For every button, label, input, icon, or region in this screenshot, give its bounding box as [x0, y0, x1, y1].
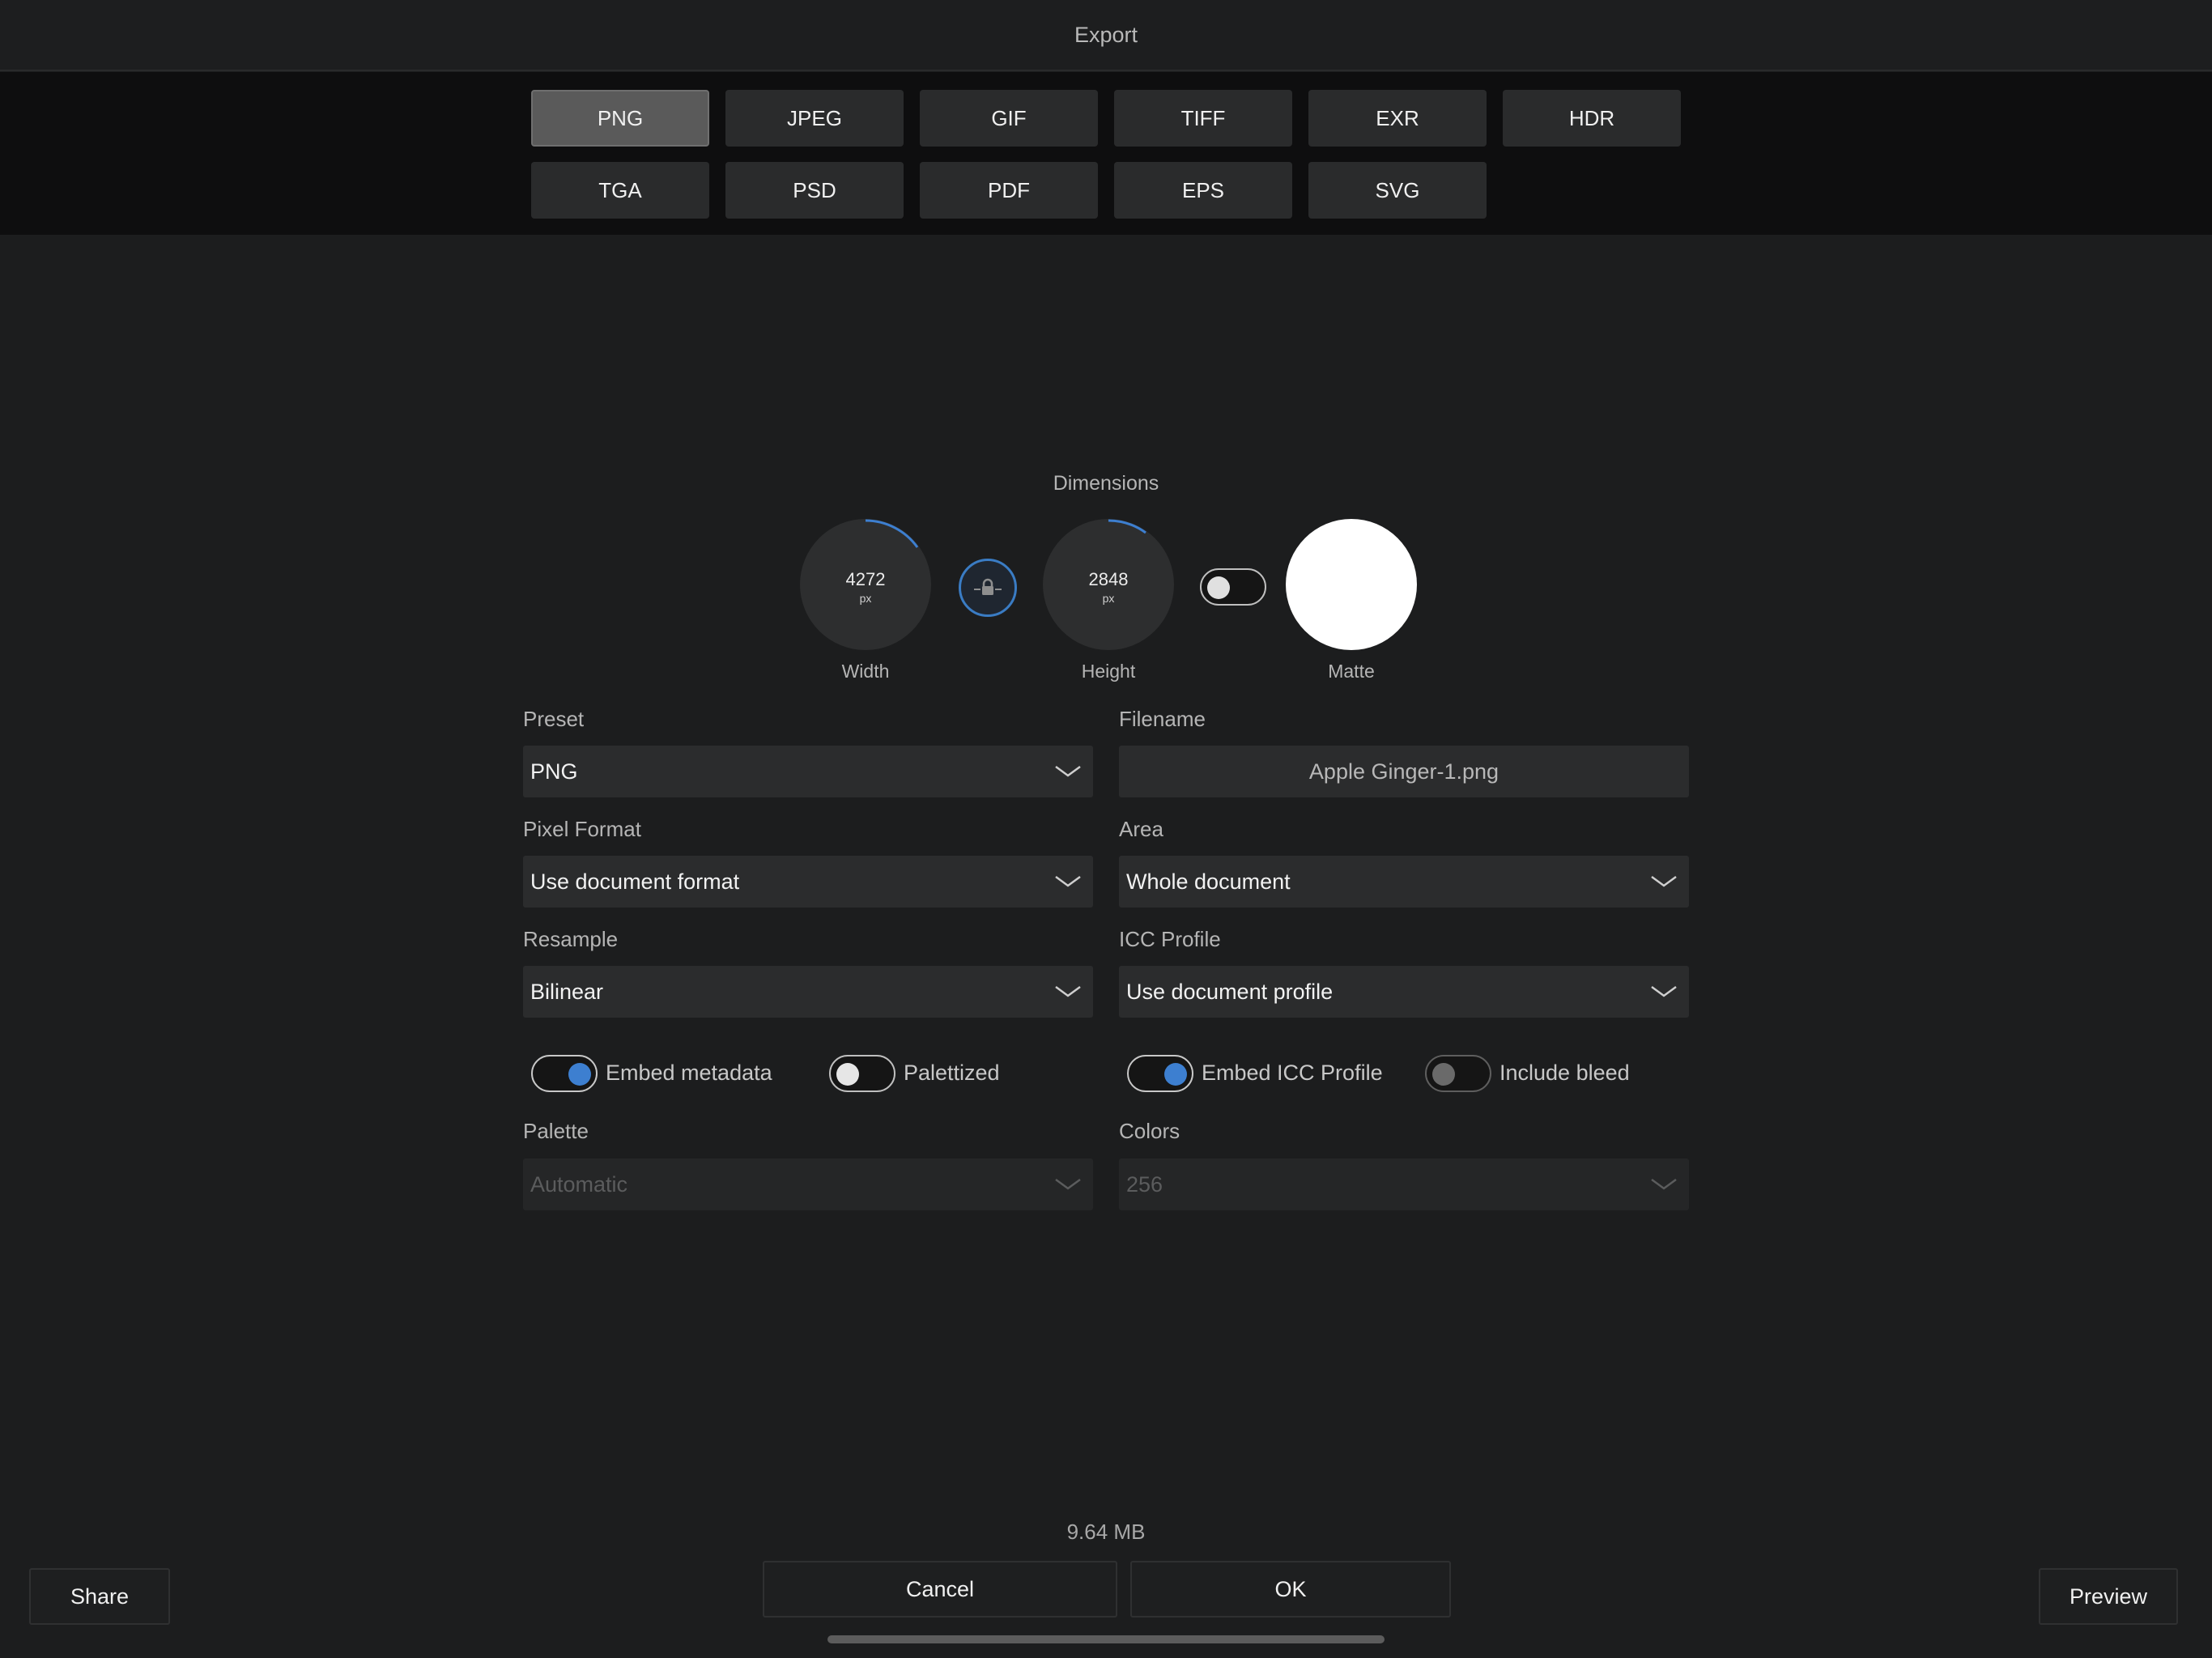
format-button-eps[interactable]: EPS [1114, 162, 1292, 219]
chevron-down-icon [1651, 1178, 1677, 1190]
height-value: 2848 [1088, 569, 1129, 589]
palettized-toggle[interactable] [829, 1055, 895, 1092]
preset-value: PNG [530, 759, 578, 784]
chevron-down-icon [1055, 875, 1081, 887]
embed-icc-profile-toggle[interactable] [1127, 1055, 1193, 1092]
width-value: 4272 [845, 569, 886, 589]
format-button-png[interactable]: PNG [531, 90, 709, 147]
format-button-jpeg[interactable]: JPEG [725, 90, 904, 147]
format-button-psd[interactable]: PSD [725, 162, 904, 219]
ok-button[interactable]: OK [1130, 1561, 1451, 1618]
colors-select[interactable]: 256 [1119, 1158, 1689, 1210]
share-button[interactable]: Share [29, 1568, 170, 1625]
embed-metadata-toggle[interactable] [531, 1055, 598, 1092]
format-button-tiff[interactable]: TIFF [1114, 90, 1292, 147]
title-bar: Export [0, 0, 2212, 71]
width-label: Width [841, 661, 890, 682]
area-value: Whole document [1126, 869, 1291, 894]
matte-toggle-knob [1207, 576, 1230, 599]
resample-label: Resample [523, 927, 619, 951]
matte-toggle[interactable] [1200, 568, 1266, 606]
pixel-format-value: Use document format [530, 869, 740, 894]
format-button-pdf[interactable]: PDF [920, 162, 1098, 219]
dimensions-title: Dimensions [1053, 472, 1159, 495]
home-indicator[interactable] [827, 1635, 1385, 1643]
embed-icc-profile-label: Embed ICC Profile [1202, 1061, 1383, 1085]
chevron-down-icon [1055, 985, 1081, 997]
area-label: Area [1119, 817, 1163, 841]
embed-icc-profile-knob [1164, 1063, 1187, 1086]
pixel-format-label: Pixel Format [523, 817, 641, 841]
format-button-gif[interactable]: GIF [920, 90, 1098, 147]
lock-icon [974, 578, 1002, 595]
estimated-file-size: 9.64 MB [1066, 1520, 1146, 1544]
cancel-button[interactable]: Cancel [763, 1561, 1117, 1618]
matte-color-swatch[interactable] [1286, 519, 1417, 650]
format-button-tga[interactable]: TGA [531, 162, 709, 219]
preview-button[interactable]: Preview [2039, 1568, 2178, 1625]
filename-label: Filename [1119, 707, 1206, 731]
height-dial[interactable]: 2848 px [1043, 519, 1174, 650]
height-unit: px [1102, 592, 1115, 605]
format-button-hdr[interactable]: HDR [1503, 90, 1681, 147]
aspect-lock-button[interactable] [959, 559, 1017, 617]
preset-label: Preset [523, 707, 585, 731]
include-bleed-label: Include bleed [1499, 1061, 1630, 1085]
width-unit: px [859, 592, 872, 605]
preset-select[interactable]: PNG [523, 746, 1093, 797]
window-title: Export [1074, 22, 1138, 47]
embed-metadata-knob [568, 1063, 591, 1086]
chevron-down-icon [1651, 875, 1677, 887]
palettized-label: Palettized [904, 1061, 1000, 1085]
palettized-knob [836, 1063, 859, 1086]
chevron-down-icon [1055, 1178, 1081, 1190]
width-dial[interactable]: 4272 px [800, 519, 931, 650]
icc-profile-label: ICC Profile [1119, 927, 1221, 951]
include-bleed-toggle[interactable] [1425, 1055, 1491, 1092]
height-label: Height [1081, 661, 1136, 682]
pixel-format-select[interactable]: Use document format [523, 856, 1093, 908]
icc-profile-select[interactable]: Use document profile [1119, 966, 1689, 1018]
area-select[interactable]: Whole document [1119, 856, 1689, 908]
icc-profile-value: Use document profile [1126, 979, 1334, 1004]
palette-select[interactable]: Automatic [523, 1158, 1093, 1210]
resample-select[interactable]: Bilinear [523, 966, 1093, 1018]
format-button-exr[interactable]: EXR [1308, 90, 1487, 147]
colors-value: 256 [1126, 1171, 1163, 1197]
resample-value: Bilinear [530, 979, 604, 1004]
chevron-down-icon [1055, 765, 1081, 777]
format-selector: PNG JPEG GIF TIFF EXR HDR TGA PSD PDF EP… [0, 72, 2212, 235]
palette-value: Automatic [530, 1171, 628, 1197]
chevron-down-icon [1651, 985, 1677, 997]
embed-metadata-label: Embed metadata [606, 1061, 772, 1085]
format-button-svg[interactable]: SVG [1308, 162, 1487, 219]
filename-input[interactable]: Apple Ginger-1.png [1119, 746, 1689, 797]
palette-label: Palette [523, 1119, 589, 1143]
colors-label: Colors [1119, 1119, 1180, 1143]
include-bleed-knob [1432, 1063, 1455, 1086]
matte-label: Matte [1328, 661, 1375, 682]
